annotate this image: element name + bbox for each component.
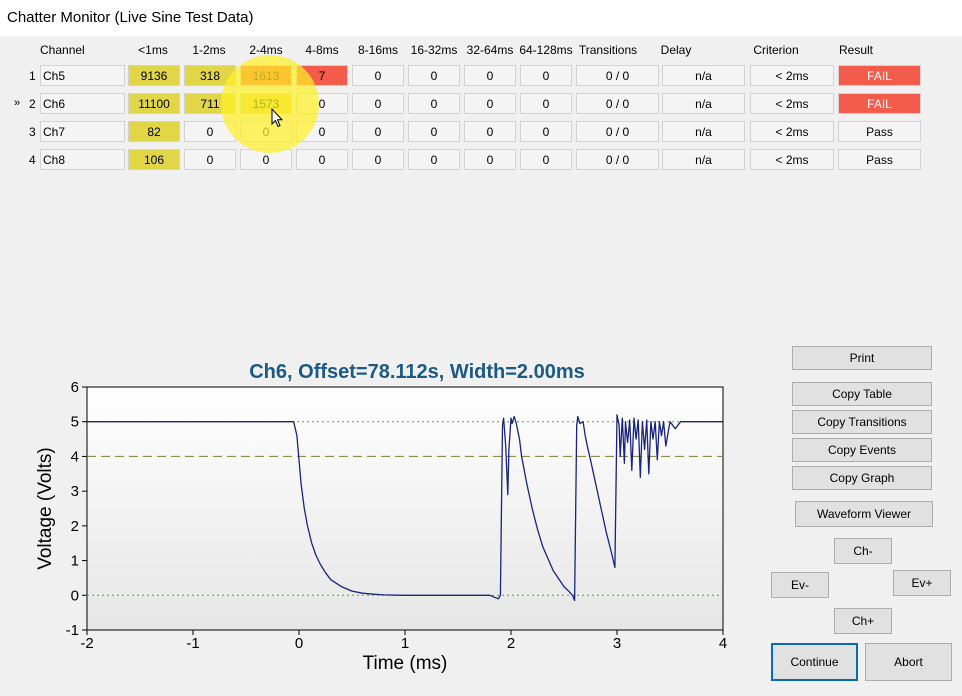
copy-graph-button[interactable]: Copy Graph <box>792 466 932 490</box>
cell-1-2ms[interactable]: 318 <box>184 65 236 86</box>
cell-criterion[interactable]: < 2ms <box>750 93 834 114</box>
cell-2-4ms[interactable]: 1613 <box>240 65 292 86</box>
cell-criterion[interactable]: < 2ms <box>750 149 834 170</box>
header-delay: Delay <box>660 43 692 57</box>
cell-64-128ms[interactable]: 0 <box>520 149 572 170</box>
cell-result[interactable]: FAIL <box>838 93 921 114</box>
cell-32-64ms[interactable]: 0 <box>464 65 516 86</box>
y-axis-label: Voltage (Volts) <box>35 447 56 570</box>
cell-2-4ms[interactable]: 0 <box>240 121 292 142</box>
cell-32-64ms[interactable]: 0 <box>464 149 516 170</box>
x-tick-label: 1 <box>401 635 409 652</box>
row-number: 1 <box>29 69 36 83</box>
x-tick-label: 3 <box>613 635 621 652</box>
cell-8-16ms[interactable]: 0 <box>352 65 404 86</box>
cell-transitions[interactable]: 0 / 0 <box>576 93 659 114</box>
row-number: 4 <box>29 153 36 167</box>
cell-32-64ms[interactable]: 0 <box>464 93 516 114</box>
plot-area <box>86 386 724 631</box>
cell-16-32ms[interactable]: 0 <box>408 65 460 86</box>
cell-16-32ms[interactable]: 0 <box>408 149 460 170</box>
x-tick-label: -1 <box>186 635 199 652</box>
mouse-cursor-icon <box>271 107 284 131</box>
header-result: Result <box>838 43 873 57</box>
cell-4-8ms[interactable]: 7 <box>296 65 348 86</box>
waveform-viewer-button[interactable]: Waveform Viewer <box>795 501 933 527</box>
cell-channel[interactable]: Ch6 <box>40 93 125 114</box>
y-tick-label: 1 <box>71 553 79 570</box>
header-channel: Channel <box>40 43 85 57</box>
y-tick-label: 4 <box>71 448 79 465</box>
y-tick-label: 2 <box>71 518 79 535</box>
cell-4-8ms[interactable]: 0 <box>296 93 348 114</box>
ch-plus-button[interactable]: Ch+ <box>834 608 892 634</box>
copy-transitions-button[interactable]: Copy Transitions <box>792 410 932 434</box>
cell-channel[interactable]: Ch5 <box>40 65 125 86</box>
cell-result[interactable]: Pass <box>838 149 921 170</box>
cell-64-128ms[interactable]: 0 <box>520 121 572 142</box>
cell-lt-1ms[interactable]: 106 <box>128 149 180 170</box>
y-tick-label: 3 <box>71 483 79 500</box>
ev-minus-button[interactable]: Ev- <box>771 572 829 598</box>
cell-16-32ms[interactable]: 0 <box>408 93 460 114</box>
cell-delay[interactable]: n/a <box>662 121 745 142</box>
cell-result[interactable]: FAIL <box>838 65 921 86</box>
cell-delay[interactable]: n/a <box>662 65 745 86</box>
x-tick-label: -2 <box>80 635 93 652</box>
y-tick-label: -1 <box>66 622 79 639</box>
cell-1-2ms[interactable]: 0 <box>184 121 236 142</box>
cell-2-4ms[interactable]: 1573 <box>240 93 292 114</box>
ev-plus-button[interactable]: Ev+ <box>893 570 951 596</box>
copy-table-button[interactable]: Copy Table <box>792 382 932 406</box>
row-number: 3 <box>29 125 36 139</box>
x-tick-label: 2 <box>507 635 515 652</box>
cell-64-128ms[interactable]: 0 <box>520 93 572 114</box>
cell-8-16ms[interactable]: 0 <box>352 149 404 170</box>
cell-criterion[interactable]: < 2ms <box>750 121 834 142</box>
copy-events-button[interactable]: Copy Events <box>792 438 932 462</box>
cell-2-4ms[interactable]: 0 <box>240 149 292 170</box>
cell-32-64ms[interactable]: 0 <box>464 121 516 142</box>
header-criterion: Criterion <box>753 43 799 57</box>
cell-4-8ms[interactable]: 0 <box>296 149 348 170</box>
y-tick-label: 5 <box>71 414 79 431</box>
print-button[interactable]: Print <box>792 346 932 370</box>
cell-lt-1ms[interactable]: 9136 <box>128 65 180 86</box>
cell-delay[interactable]: n/a <box>662 93 745 114</box>
current-row-marker: » <box>14 97 21 109</box>
cell-transitions[interactable]: 0 / 0 <box>576 65 659 86</box>
y-tick-label: 6 <box>71 379 79 396</box>
cell-transitions[interactable]: 0 / 0 <box>576 121 659 142</box>
window-title: Chatter Monitor (Live Sine Test Data) <box>7 9 254 26</box>
title-bar: Chatter Monitor (Live Sine Test Data) <box>0 0 962 36</box>
cell-64-128ms[interactable]: 0 <box>520 65 572 86</box>
cell-channel[interactable]: Ch7 <box>40 121 125 142</box>
cell-result[interactable]: Pass <box>838 121 921 142</box>
x-axis-label: Time (ms) <box>363 653 448 674</box>
x-tick-label: 0 <box>295 635 303 652</box>
x-tick-label: 4 <box>719 635 727 652</box>
cell-8-16ms[interactable]: 0 <box>352 93 404 114</box>
cell-1-2ms[interactable]: 0 <box>184 149 236 170</box>
cell-delay[interactable]: n/a <box>662 149 745 170</box>
cell-channel[interactable]: Ch8 <box>40 149 125 170</box>
abort-button[interactable]: Abort <box>865 643 952 681</box>
y-tick-label: 0 <box>71 587 79 604</box>
cell-8-16ms[interactable]: 0 <box>352 121 404 142</box>
waveform-chart: Ch6, Offset=78.112s, Width=2.00ms-2 -1 0 1 2… <box>35 361 727 674</box>
cell-criterion[interactable]: < 2ms <box>750 65 834 86</box>
cell-16-32ms[interactable]: 0 <box>408 121 460 142</box>
continue-button[interactable]: Continue <box>771 643 858 681</box>
cell-lt-1ms[interactable]: 82 <box>128 121 180 142</box>
cell-4-8ms[interactable]: 0 <box>296 121 348 142</box>
row-number: 2 <box>29 97 36 111</box>
cell-lt-1ms[interactable]: 11100 <box>128 93 180 114</box>
cell-1-2ms[interactable]: 711 <box>184 93 236 114</box>
chart-title: Ch6, Offset=78.112s, Width=2.00ms <box>249 361 585 383</box>
cell-transitions[interactable]: 0 / 0 <box>576 149 659 170</box>
ch-minus-button[interactable]: Ch- <box>834 538 892 564</box>
